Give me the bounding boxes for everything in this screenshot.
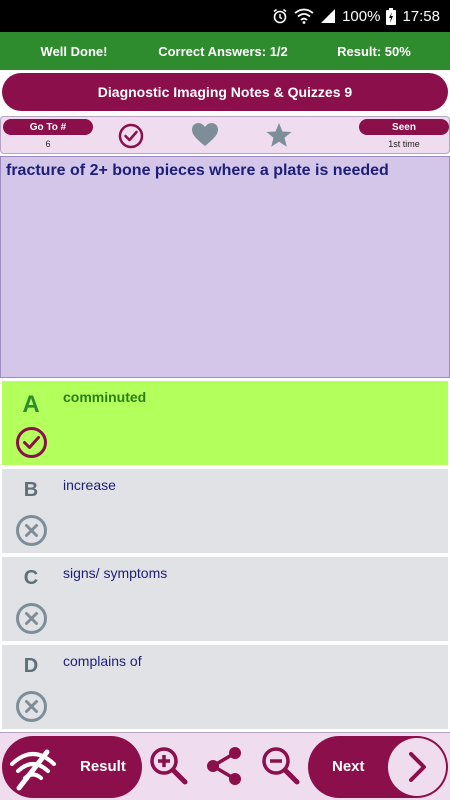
score-bar: Well Done! Correct Answers: 1/2 Result: … (0, 32, 450, 70)
battery-percent: 100% (342, 7, 381, 25)
signal-icon (320, 8, 336, 24)
clock: 17:58 (402, 7, 440, 25)
answer-letter: D (23, 655, 39, 677)
battery-icon (386, 7, 397, 25)
well-done-message: Well Done! (40, 43, 108, 59)
seen-label: Seen (392, 121, 416, 133)
star-icon[interactable] (265, 121, 293, 154)
next-button[interactable]: Next (308, 736, 448, 798)
answer-option-d[interactable]: D complains of (2, 645, 448, 729)
bottom-bar: Result Next (0, 732, 450, 800)
wrong-x-icon (15, 514, 48, 552)
answer-text: signs/ symptoms (63, 565, 168, 581)
result-percent: Result: 50% (337, 43, 411, 59)
next-label: Next (332, 758, 365, 775)
correct-answers-count: Correct Answers: 1/2 (158, 43, 288, 59)
seen-value: 1st time (388, 139, 420, 149)
heart-icon[interactable] (191, 121, 219, 154)
app-logo-icon (4, 738, 62, 796)
question-text: fracture of 2+ bone pieces where a plate… (6, 162, 389, 179)
goto-value: 6 (45, 139, 51, 149)
answer-letter: B (23, 479, 39, 501)
status-bar: 100% 17:58 (0, 0, 450, 32)
wifi-icon (294, 8, 314, 24)
result-button[interactable]: Result (2, 736, 142, 798)
answer-option-b[interactable]: B increase (2, 469, 448, 553)
goto-button[interactable]: Go To # (3, 119, 93, 135)
answer-option-a[interactable]: A comminuted (2, 381, 448, 465)
answer-text: complains of (63, 653, 142, 669)
chevron-right-icon (388, 738, 446, 796)
wrong-x-icon (15, 690, 48, 728)
answer-text: increase (63, 477, 116, 493)
answer-letter: C (23, 567, 39, 589)
question-panel: fracture of 2+ bone pieces where a plate… (0, 156, 450, 378)
correct-check-icon (15, 426, 48, 464)
wrong-x-icon (15, 602, 48, 640)
answer-letter: A (22, 391, 40, 418)
quiz-title: Diagnostic Imaging Notes & Quizzes 9 (97, 84, 353, 100)
goto-label: Go To # (29, 121, 67, 133)
result-label: Result (80, 758, 126, 775)
zoom-out-icon[interactable] (260, 745, 302, 792)
zoom-in-icon[interactable] (148, 745, 190, 792)
alarm-icon (272, 8, 288, 24)
quiz-title-bar: Diagnostic Imaging Notes & Quizzes 9 (2, 73, 448, 111)
share-icon[interactable] (204, 745, 246, 792)
check-circle-icon[interactable] (118, 121, 144, 154)
quiz-toolbar: Go To # 6 Seen 1st time (0, 116, 450, 154)
answer-text: comminuted (63, 389, 147, 405)
seen-badge: Seen (359, 119, 449, 135)
answer-option-c[interactable]: C signs/ symptoms (2, 557, 448, 641)
